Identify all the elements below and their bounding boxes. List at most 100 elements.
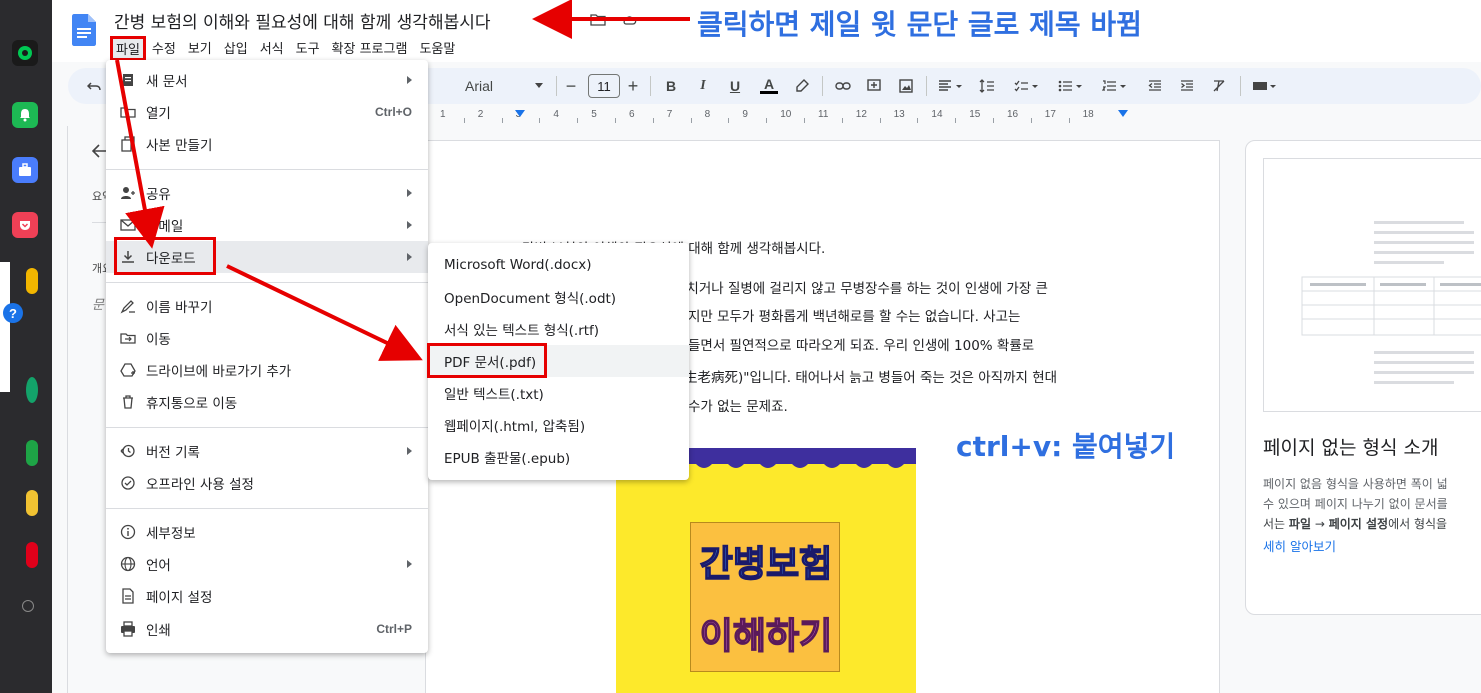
submenu-arrow-icon <box>407 221 412 229</box>
file-menu-item[interactable]: 사본 만들기 <box>106 128 428 160</box>
ruler-tick <box>690 118 692 123</box>
ruler-number: 11 <box>818 109 829 120</box>
numbered-list-icon[interactable] <box>1100 76 1130 96</box>
add-circle-icon[interactable] <box>22 600 34 612</box>
file-menu-item[interactable]: 드라이브에 바로가기 추가 <box>106 354 428 386</box>
cloud-status-icon[interactable] <box>622 12 638 28</box>
bulleted-list-icon[interactable] <box>1056 76 1086 96</box>
download-format-item[interactable]: 웹페이지(.html, 압축됨) <box>428 409 689 441</box>
file-menu-item[interactable]: 이동 <box>106 322 428 354</box>
download-format-item[interactable]: EPUB 출판물(.epub) <box>428 441 689 473</box>
left-indent-marker[interactable] <box>515 110 525 117</box>
vertical-ruler <box>52 126 68 693</box>
move-folder-icon[interactable] <box>590 12 606 28</box>
learn-more-link[interactable]: 세히 알아보기 <box>1263 536 1336 555</box>
menu-edit[interactable]: 수정 <box>146 36 182 61</box>
file-menu-item[interactable]: 휴지통으로 이동 <box>106 386 428 418</box>
undo-icon[interactable] <box>84 76 104 96</box>
menu-file[interactable]: 파일 <box>110 36 146 61</box>
decrease-font-size-icon[interactable]: − <box>564 76 578 96</box>
right-indent-marker[interactable] <box>1118 110 1128 117</box>
checklist-icon[interactable] <box>1012 76 1042 96</box>
text-color-button[interactable]: A <box>760 76 778 94</box>
download-format-item[interactable]: Microsoft Word(.docx) <box>428 249 689 281</box>
file-menu-item[interactable]: 오프라인 사용 설정 <box>106 467 428 499</box>
download-format-item[interactable]: 일반 텍스트(.txt) <box>428 377 689 409</box>
pageless-body-text: 서는 <box>1263 517 1289 531</box>
poster-image[interactable]: 간병보험 이해하기 <box>616 448 916 693</box>
file-menu-item[interactable]: 언어 <box>106 548 428 580</box>
green-square-app-icon[interactable] <box>26 440 38 466</box>
os-side-strip: ? <box>0 0 52 693</box>
file-menu-item[interactable]: 열기 Ctrl+O <box>106 96 428 128</box>
toolbar-divider <box>650 76 651 96</box>
file-menu-item[interactable]: 페이지 설정 <box>106 580 428 612</box>
menu-help[interactable]: 도움말 <box>413 36 461 61</box>
bell-app-icon[interactable] <box>12 102 38 128</box>
ruler-tick <box>728 118 730 123</box>
pageless-body-text: 에서 형식을 <box>1388 517 1448 531</box>
ruler-tick <box>577 118 579 123</box>
ruler-number: 2 <box>477 109 484 120</box>
pageless-illustration <box>1263 158 1481 412</box>
file-menu-item[interactable]: 인쇄 Ctrl+P <box>106 613 428 645</box>
red-app-icon[interactable] <box>26 542 38 568</box>
file-menu-item[interactable]: 버전 기록 <box>106 435 428 467</box>
document-title[interactable]: 간병 보험의 이해와 필요성에 대해 함께 생각해봅시다 <box>114 8 491 33</box>
download-format-item[interactable]: OpenDocument 형식(.odt) <box>428 281 689 313</box>
yellow-app-icon[interactable] <box>26 268 38 294</box>
ruler-tick <box>539 118 541 123</box>
submenu-arrow-icon <box>407 189 412 197</box>
ruler-tick <box>917 118 919 123</box>
insert-image-icon[interactable] <box>898 76 914 96</box>
bold-button[interactable]: B <box>664 76 678 96</box>
highlight-pen-icon[interactable] <box>794 76 810 96</box>
shortcut-label: Ctrl+O <box>374 105 412 119</box>
increase-font-size-icon[interactable]: + <box>626 76 640 96</box>
menu-bar: 파일 수정 보기 삽입 서식 도구 확장 프로그램 도움말 <box>110 36 461 61</box>
toolbar-divider <box>1240 76 1241 96</box>
menu-format[interactable]: 서식 <box>254 36 290 61</box>
google-docs-logo-icon[interactable] <box>72 14 96 46</box>
info-icon <box>120 524 136 540</box>
download-format-label: 웹페이지(.html, 압축됨) <box>444 419 586 435</box>
body-line: 지만 모두가 평화롭게 백년해로를 할 수는 없습니다. 사고는 <box>688 309 1021 325</box>
menu-extensions[interactable]: 확장 프로그램 <box>326 36 414 61</box>
file-menu-item-label: 이메일 <box>146 219 184 235</box>
file-menu-item[interactable]: 세부정보 <box>106 516 428 548</box>
note-app-icon[interactable] <box>26 490 38 516</box>
link-icon[interactable] <box>834 76 852 96</box>
file-menu-item[interactable]: 공유 <box>106 177 428 209</box>
font-size-input[interactable]: 11 <box>588 74 620 98</box>
add-comment-icon[interactable] <box>866 76 882 96</box>
pocket-app-icon[interactable] <box>12 212 38 238</box>
menu-divider <box>106 169 428 170</box>
font-family-select[interactable]: Arial <box>465 75 547 97</box>
line-spacing-icon[interactable] <box>978 76 996 96</box>
file-menu-dropdown: 새 문서 열기 Ctrl+O 사본 만들기 공유 이메일 다운로드 이름 바꾸기 이동 드라이브에… <box>106 60 428 653</box>
align-icon[interactable] <box>936 76 966 96</box>
download-format-item[interactable]: 서식 있는 텍스트 형식(.rtf) <box>428 313 689 345</box>
underline-button[interactable]: U <box>728 76 742 96</box>
green-app-icon[interactable] <box>26 377 38 403</box>
star-icon[interactable] <box>557 12 573 28</box>
menu-insert[interactable]: 삽입 <box>218 36 254 61</box>
briefcase-app-icon[interactable] <box>12 157 38 183</box>
ruler-number: 13 <box>893 109 905 120</box>
italic-button[interactable]: I <box>696 76 710 96</box>
ruler-number: 15 <box>969 109 981 120</box>
file-menu-item[interactable]: 새 문서 <box>106 64 428 96</box>
download-format-label: 서식 있는 텍스트 형식(.rtf) <box>444 323 600 339</box>
clear-formatting-icon[interactable] <box>1210 76 1228 96</box>
pageless-body-line: 수 있으며 페이지 나누기 없이 문서를 <box>1263 497 1448 511</box>
toolbar-divider <box>926 76 927 96</box>
decrease-indent-icon[interactable] <box>1146 76 1164 96</box>
increase-indent-icon[interactable] <box>1178 76 1196 96</box>
green-circle-app-icon[interactable] <box>12 40 38 66</box>
help-icon[interactable]: ? <box>3 303 23 323</box>
download-format-label: 일반 텍스트(.txt) <box>444 387 544 403</box>
file-menu-item[interactable]: 이름 바꾸기 <box>106 290 428 322</box>
menu-tools[interactable]: 도구 <box>290 36 326 61</box>
menu-view[interactable]: 보기 <box>182 36 218 61</box>
input-tools-icon[interactable] <box>1250 76 1280 96</box>
